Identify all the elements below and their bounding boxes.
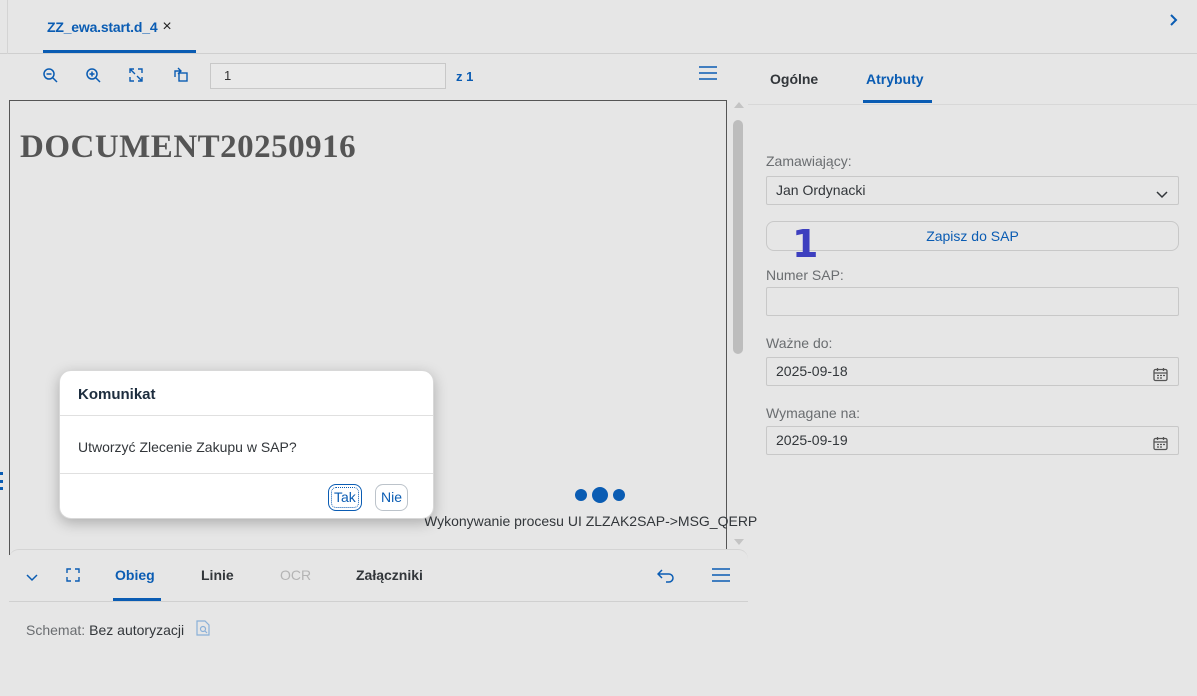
busy-message: Wykonywanie procesu UI ZLZAK2SAP->MSG_QE… [424,513,758,529]
dialog-title: Komunikat [78,386,156,403]
calendar-icon[interactable] [1153,364,1168,391]
schema-label: Schemat: [26,621,86,638]
document-search-icon[interactable] [196,620,210,639]
orderer-select[interactable]: Jan Ordynacki [766,176,1179,205]
expand-icon[interactable] [65,567,81,588]
sap-number-label: Numer SAP: [766,267,844,283]
busy-dot [575,489,587,501]
fit-page-icon[interactable] [124,63,148,87]
document-title: DOCUMENT20250916 [20,129,357,165]
scrollbar-thumb[interactable] [733,120,743,354]
confirmation-dialog: Komunikat Utworzyć Zlecenie Zakupu w SAP… [59,370,434,519]
tab-ocr[interactable]: OCR [280,567,311,583]
sap-number-input[interactable] [766,287,1179,316]
dialog-divider [60,415,433,416]
required-on-value: 2025-09-19 [776,432,848,448]
yes-button[interactable]: Tak [328,484,362,511]
tab-lines[interactable]: Linie [201,567,234,583]
zoom-out-icon[interactable] [38,63,62,87]
tab-general[interactable]: Ogólne [770,71,818,87]
page-number-input[interactable]: 1 [210,63,446,89]
tab-active-indicator [863,100,932,103]
attributes-panel: Zamawiający: Jan Ordynacki Zapisz do SAP… [748,104,1197,696]
schema-value: Bez autoryzacji [89,621,185,638]
zoom-in-icon[interactable] [81,63,105,87]
menu-icon[interactable] [698,65,718,86]
chevron-down-icon[interactable] [1156,182,1168,209]
viewer-scrollbar[interactable] [732,100,746,547]
valid-until-datepicker[interactable]: 2025-09-18 [766,357,1179,386]
schema-row: Schemat: Bez autoryzacji [26,620,210,639]
bottom-panel: Obieg Linie OCR Załączniki Schemat: Bez … [9,549,748,696]
tab-active-indicator [43,50,196,53]
orderer-label: Zamawiający: [766,153,852,169]
dialog-message: Utworzyć Zlecenie Zakupu w SAP? [78,439,297,455]
menu-icon[interactable] [712,568,730,587]
chevron-right-icon[interactable] [1169,13,1179,31]
calendar-icon[interactable] [1153,433,1168,460]
required-on-datepicker[interactable]: 2025-09-19 [766,426,1179,455]
page-count-label: z 1 [456,69,474,84]
undo-icon[interactable] [656,567,675,588]
busy-dot [613,489,625,501]
document-tab[interactable]: ZZ_ewa.start.d_4 × [43,0,176,54]
annotation-marker-1: 1 [792,222,819,266]
scroll-up-arrow-icon[interactable] [734,102,744,108]
valid-until-value: 2025-09-18 [776,363,848,379]
chevron-down-icon[interactable] [26,569,38,587]
valid-until-label: Ważne do: [766,335,833,351]
tab-attributes[interactable]: Atrybuty [866,71,924,87]
close-icon[interactable]: × [162,18,171,36]
viewer-toolbar: 1 z 1 [8,55,748,99]
busy-dot [592,487,608,503]
tab-bar-divider [7,0,8,54]
scroll-down-arrow-icon[interactable] [734,539,744,545]
document-tab-label[interactable]: ZZ_ewa.start.d_4 [47,19,158,35]
tab-active-indicator [113,598,161,601]
tab-workflow[interactable]: Obieg [115,567,155,583]
splitter-grip-icon[interactable] [0,472,3,490]
save-to-sap-button[interactable]: Zapisz do SAP [766,221,1179,251]
required-on-label: Wymagane na: [766,405,861,421]
busy-indicator [575,487,625,503]
bottom-tabs: Obieg Linie OCR Załączniki [9,550,748,602]
no-button[interactable]: Nie [375,484,409,511]
tab-attachments[interactable]: Załączniki [356,567,423,583]
dialog-divider [60,473,433,474]
orderer-value: Jan Ordynacki [776,182,866,198]
top-tab-bar: ZZ_ewa.start.d_4 × [0,0,1197,54]
rotate-icon[interactable] [169,63,193,87]
right-panel-tabs: Ogólne Atrybuty [748,55,1197,103]
